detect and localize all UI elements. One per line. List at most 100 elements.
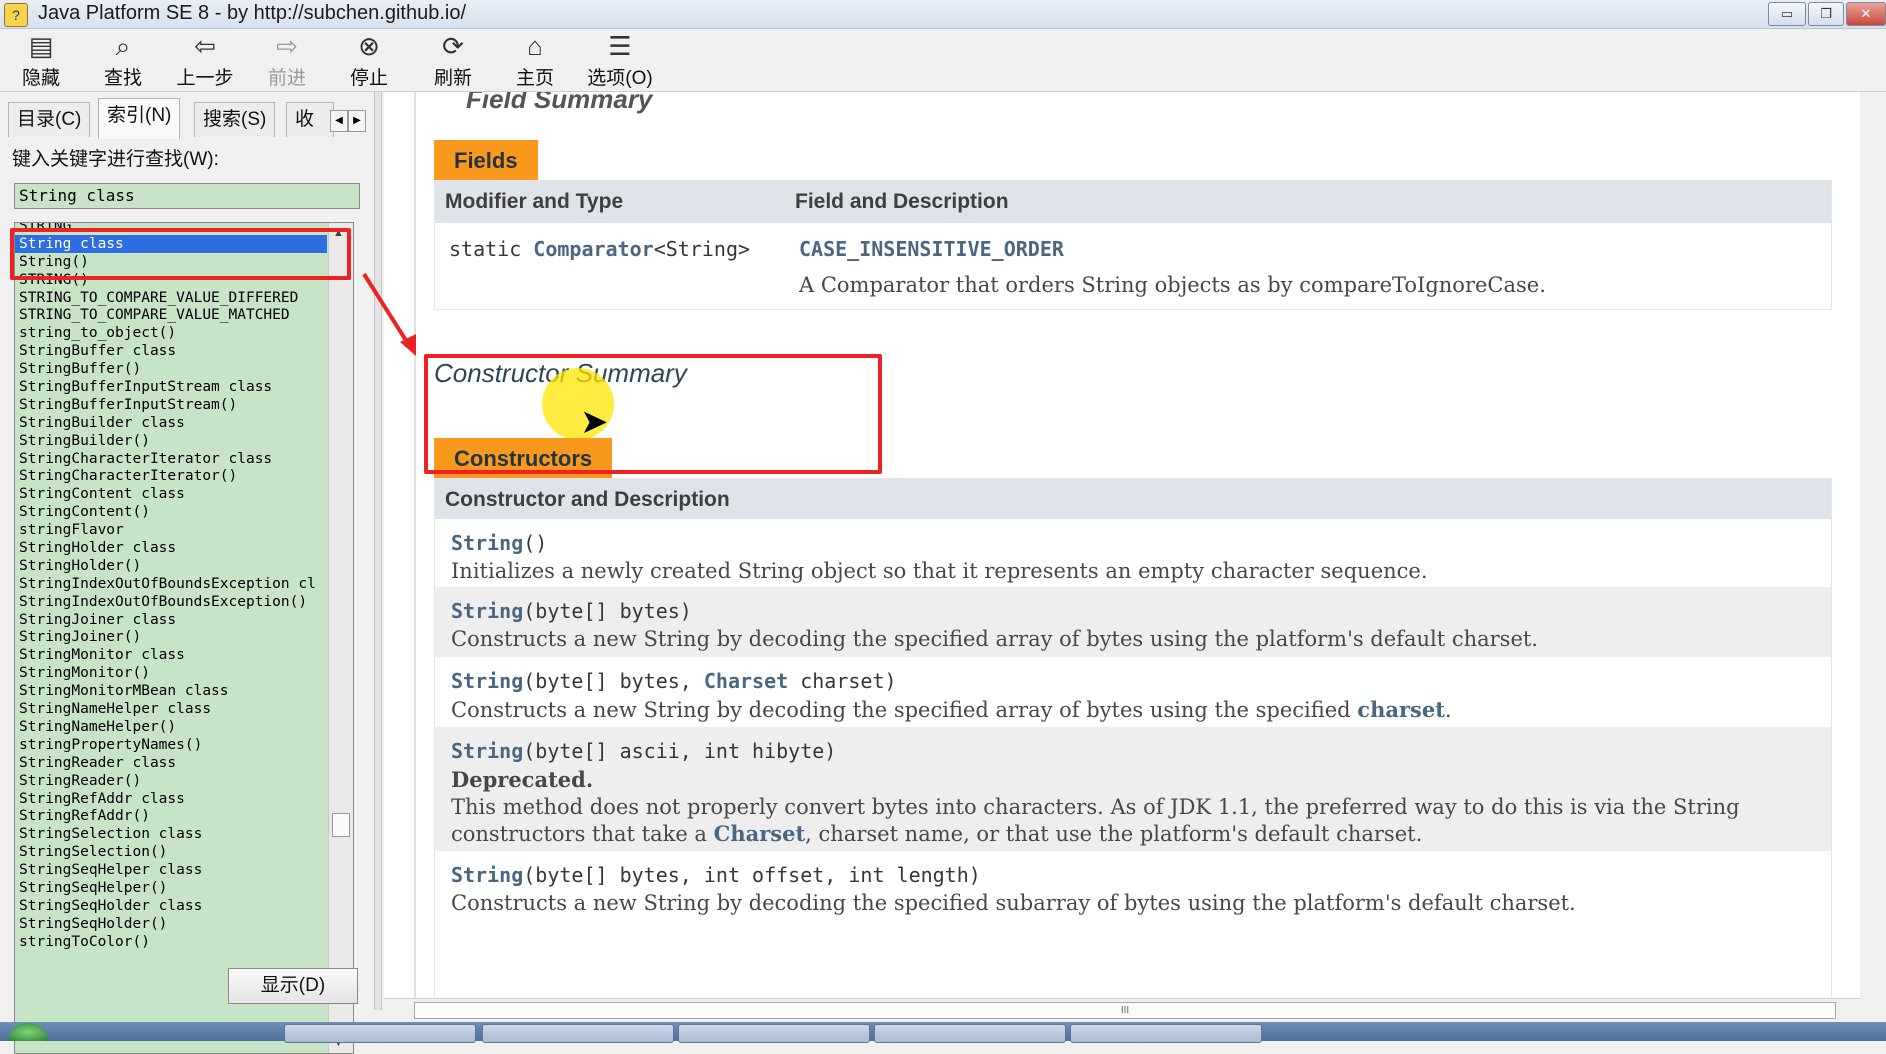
index-list-item[interactable]: StringCharacterIterator() [15, 467, 327, 485]
horizontal-scroll-thumb[interactable]: III [414, 1002, 1836, 1019]
case-insensitive-order-link[interactable]: CASE_INSENSITIVE_ORDER [799, 237, 1064, 261]
close-button[interactable]: ✕ [1846, 2, 1886, 26]
index-list[interactable]: STRING String class String() STRING() STRING… [14, 222, 354, 1054]
index-list-item[interactable]: StringIndexOutOfBoundsException cl [15, 575, 327, 593]
start-button[interactable] [8, 1023, 48, 1041]
field-type-cell: static Comparator<String> [449, 237, 750, 261]
index-list-item[interactable]: StringIndexOutOfBoundsException() [15, 593, 327, 611]
index-list-item[interactable]: stringPropertyNames() [15, 736, 327, 754]
horizontal-scrollbar[interactable]: III [384, 998, 1860, 1021]
index-list-item[interactable]: STRING_TO_COMPARE_VALUE_DIFFERED [15, 289, 327, 307]
constructor-description-text: This method does not properly convert by… [451, 795, 1740, 819]
index-list-item[interactable]: StringMonitor class [15, 646, 327, 664]
stop-button[interactable]: ⊗ 停止 [334, 31, 404, 89]
index-list-item[interactable]: string_to_object() [15, 324, 327, 342]
index-list-item[interactable]: StringNameHelper class [15, 700, 327, 718]
index-list-item[interactable]: STRING_TO_COMPARE_VALUE_MATCHED [15, 306, 327, 324]
hide-button[interactable]: ▤ 隐藏 [6, 31, 76, 89]
field-type-generic: <String> [653, 237, 751, 261]
tab-left-arrow-icon[interactable]: ◀ [330, 110, 348, 132]
index-list-item[interactable]: StringCharacterIterator class [15, 450, 327, 468]
keyword-input[interactable] [14, 183, 360, 209]
constructor-params: () [523, 531, 548, 555]
keyword-label: 键入关键字进行查找(W): [12, 149, 219, 170]
tab-contents[interactable]: 目录(C) [8, 102, 91, 137]
tab-search[interactable]: 搜索(S) [194, 102, 276, 137]
index-list-item[interactable]: StringSeqHelper class [15, 861, 327, 879]
index-list-item[interactable]: StringBufferInputStream() [15, 396, 327, 414]
index-list-item[interactable]: StringSelection class [15, 825, 327, 843]
help-app-icon: ? [4, 3, 28, 27]
index-list-item[interactable]: StringJoiner class [15, 611, 327, 629]
show-button[interactable]: 显示(D) [228, 968, 358, 1004]
index-list-item[interactable]: StringSeqHolder class [15, 897, 327, 915]
refresh-button[interactable]: ⟳ 刷新 [418, 31, 488, 89]
find-label: 查找 [103, 68, 142, 89]
index-list-item[interactable]: StringSeqHolder() [15, 915, 327, 933]
index-list-item[interactable]: StringMonitor() [15, 664, 327, 682]
charset-class-link[interactable]: Charset [714, 821, 806, 846]
options-button[interactable]: ☰ 选项(O) [582, 31, 658, 89]
tab-index[interactable]: 索引(N) [98, 98, 181, 139]
constructor-name-link[interactable]: String [451, 739, 523, 763]
index-list-item[interactable]: StringHolder() [15, 557, 327, 575]
index-list-scrollbar[interactable]: ▲ ▼ [328, 223, 353, 1053]
field-modifier: static [449, 237, 534, 261]
constructor-row: String(byte[] bytes) Constructs a new Str… [435, 587, 1831, 657]
index-list-item[interactable]: StringHolder class [15, 539, 327, 557]
index-list-item[interactable]: StringContent() [15, 503, 327, 521]
taskbar-item[interactable] [1070, 1024, 1262, 1043]
home-button[interactable]: ⌂ 主页 [500, 31, 570, 89]
index-list-item[interactable]: StringBuilder class [15, 414, 327, 432]
index-list-item[interactable]: StringContent class [15, 485, 327, 503]
constructor-name-link[interactable]: String [451, 599, 523, 623]
col-constructor-description: Constructor and Description [445, 488, 730, 511]
taskbar-item[interactable] [482, 1024, 674, 1043]
index-list-item[interactable]: StringMonitorMBean class [15, 682, 327, 700]
scroll-thumb[interactable] [332, 813, 350, 837]
forward-button[interactable]: ⇨ 前进 [252, 31, 322, 89]
maximize-button[interactable]: ❐ [1808, 2, 1844, 26]
param-type-link[interactable]: Charset [704, 669, 788, 693]
constructor-signature: String(byte[] ascii, int hibyte) [451, 739, 836, 763]
find-button[interactable]: ⌕ 查找 [88, 31, 158, 89]
fields-caption: Fields [434, 140, 538, 180]
index-list-item[interactable]: StringRefAddr() [15, 807, 327, 825]
refresh-icon: ⟳ [442, 31, 464, 61]
taskbar-item[interactable] [874, 1024, 1066, 1043]
index-list-item[interactable]: stringToColor() [15, 933, 327, 951]
taskbar-item[interactable] [284, 1024, 476, 1043]
tab-favorites[interactable]: 收 [286, 102, 334, 137]
options-label: 选项(O) [587, 68, 653, 89]
tab-right-arrow-icon[interactable]: ▶ [348, 110, 366, 132]
index-list-item[interactable]: StringReader() [15, 772, 327, 790]
index-list-item[interactable]: StringBuffer() [15, 360, 327, 378]
index-list-item[interactable]: StringBufferInputStream class [15, 378, 327, 396]
constructor-signature: String(byte[] bytes, Charset charset) [451, 669, 897, 693]
constructor-description-text: Initializes a newly created String objec… [451, 559, 1428, 583]
comparator-link[interactable]: Comparator [533, 237, 653, 261]
constructor-params: (byte[] ascii, int hibyte) [523, 739, 837, 763]
index-list-item[interactable]: stringFlavor [15, 521, 327, 539]
constructor-name-link[interactable]: String [451, 531, 523, 555]
pane-splitter[interactable] [374, 92, 382, 1010]
constructor-name-link[interactable]: String [451, 669, 523, 693]
index-list-item[interactable]: StringReader class [15, 754, 327, 772]
index-list-item[interactable]: StringJoiner() [15, 628, 327, 646]
constructor-signature: String(byte[] bytes, int offset, int len… [451, 863, 981, 887]
taskbar-item[interactable] [678, 1024, 870, 1043]
constructor-name-link[interactable]: String [451, 863, 523, 887]
description-line2-end: , charset name, or that use the platform… [805, 822, 1423, 846]
index-list-item[interactable]: StringSeqHelper() [15, 879, 327, 897]
index-list-item[interactable]: StringNameHelper() [15, 718, 327, 736]
back-button[interactable]: ⇦ 上一步 [170, 31, 240, 89]
index-list-item[interactable]: StringSelection() [15, 843, 327, 861]
index-list-item[interactable]: StringBuffer class [15, 342, 327, 360]
tab-scroll-arrows: ◀ ▶ [330, 110, 366, 132]
charset-link[interactable]: charset [1357, 697, 1445, 722]
minimize-button[interactable]: ▭ [1768, 2, 1806, 26]
index-list-item[interactable]: StringRefAddr class [15, 790, 327, 808]
constructors-table-header: Constructor and Description [435, 479, 1831, 519]
index-list-item[interactable]: StringBuilder() [15, 432, 327, 450]
toolbar: ▤ 隐藏 ⌕ 查找 ⇦ 上一步 ⇨ 前进 ⊗ 停止 ⟳ 刷新 ⌂ 主页 ☰ 选项… [0, 29, 1886, 92]
